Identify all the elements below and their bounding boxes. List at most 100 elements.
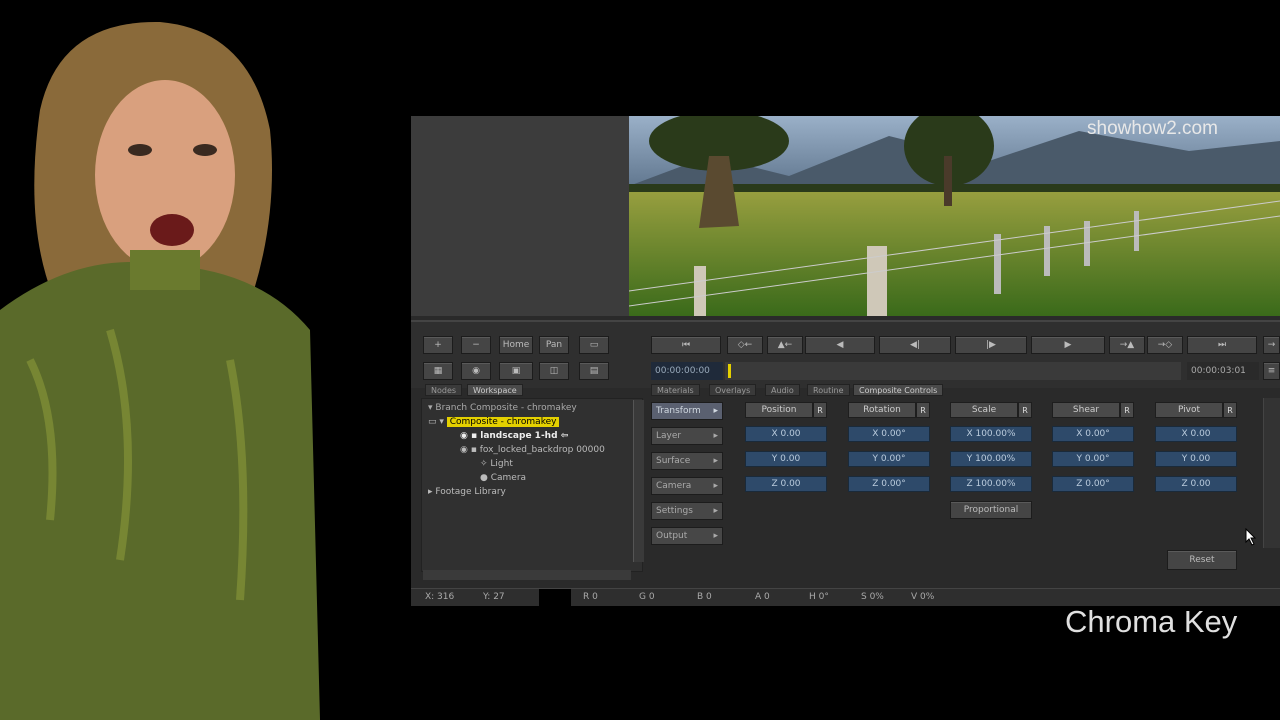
compositing-app-window: showhow2.com + − Home Pan ▭ ▦ ◉ ▣ ◫ ▤ ⏮ … [411,116,1280,606]
display-icon[interactable]: ▣ [499,362,533,380]
timecode-end[interactable]: 00:00:03:01 [1187,362,1259,380]
shear-y-field[interactable]: Y 0.00° [1052,451,1134,467]
tree-row-landscape[interactable]: ◉ ▪ landscape 1-hd ⇦ [460,429,568,443]
tree-row-light[interactable]: ✧ Light [480,457,513,471]
position-x-field[interactable]: X 0.00 [745,426,827,442]
mark-out-icon[interactable]: →◇ [1147,336,1183,354]
rotation-reset-button[interactable]: R [916,402,930,418]
rotation-x-field[interactable]: X 0.00° [848,426,930,442]
reset-button[interactable]: Reset [1167,550,1237,570]
prev-key-icon[interactable]: ▲← [767,336,803,354]
scale-x-field[interactable]: X 100.00% [950,426,1032,442]
chevron-right-icon: ▸ [713,481,718,491]
tree-label: Footage Library [435,487,506,497]
transport-toolbar: + − Home Pan ▭ ▦ ◉ ▣ ◫ ▤ ⏮ ◇← ▲← ◀ ◀| |▶… [411,320,1280,388]
presenter-image [0,0,330,720]
shear-reset-button[interactable]: R [1120,402,1134,418]
scale-z-field[interactable]: Z 100.00% [950,476,1032,492]
category-layer[interactable]: Layer ▸ [651,427,723,445]
overflow-arrow-icon[interactable]: → [1263,336,1280,354]
rotation-z-field[interactable]: Z 0.00° [848,476,930,492]
tab-nodes[interactable]: Nodes [425,384,463,396]
pivot-z-field[interactable]: Z 0.00 [1155,476,1237,492]
play-reverse-icon[interactable]: ◀ [805,336,875,354]
tab-workspace[interactable]: Workspace [467,384,523,396]
view-icon[interactable]: ◉ [461,362,491,380]
book-icon[interactable]: ▤ [579,362,609,380]
position-reset-button[interactable]: R [813,402,827,418]
chevron-right-icon: ▸ [713,456,718,466]
play-icon[interactable]: ▶ [1031,336,1105,354]
tree-horizontal-scrollbar[interactable] [423,570,631,580]
category-settings[interactable]: Settings ▸ [651,502,723,520]
go-to-start-icon[interactable]: ⏮ [651,336,721,354]
tree-vertical-scrollbar[interactable] [633,400,644,562]
tab-audio[interactable]: Audio [765,384,800,396]
tree-row-branch[interactable]: ▾ Branch Composite - chromakey [428,401,577,415]
chroma-key-caption: Chroma Key [1065,604,1238,639]
tree-row-backdrop[interactable]: ◉ ▪ fox_locked_backdrop 00000 [460,443,605,457]
category-surface[interactable]: Surface ▸ [651,452,723,470]
pivot-reset-button[interactable]: R [1223,402,1237,418]
pivot-y-field[interactable]: Y 0.00 [1155,451,1237,467]
zoom-in-button[interactable]: + [423,336,453,354]
shear-x-field[interactable]: X 0.00° [1052,426,1134,442]
pivot-x-field[interactable]: X 0.00 [1155,426,1237,442]
status-s: S 0% [861,592,884,602]
zoom-out-button[interactable]: − [461,336,491,354]
status-black-swatch [539,589,571,606]
right-scrollbar[interactable] [1263,398,1280,548]
grid-icon[interactable]: ▦ [423,362,453,380]
timeline-scrubber[interactable] [725,362,1181,380]
status-g: G 0 [639,592,655,602]
tree-row-composite[interactable]: ▭ ▾ Composite - chromakey [428,415,560,429]
next-key-icon[interactable]: →▲ [1109,336,1145,354]
watermark-text: showhow2.com [1087,118,1218,139]
step-forward-icon[interactable]: |▶ [955,336,1027,354]
rotation-y-field[interactable]: Y 0.00° [848,451,930,467]
timecode-start[interactable]: 00:00:00:00 [651,362,723,380]
category-output[interactable]: Output ▸ [651,527,723,545]
tree-label: Branch Composite - chromakey [435,403,577,413]
position-y-field[interactable]: Y 0.00 [745,451,827,467]
mouse-cursor-icon [1245,528,1257,546]
tab-materials[interactable]: Materials [651,384,700,396]
scale-y-field[interactable]: Y 100.00% [950,451,1032,467]
category-transform[interactable]: Transform ▸ [651,402,723,420]
chevron-right-icon: ▸ [713,431,718,441]
pan-button[interactable]: Pan [539,336,569,354]
tab-composite-controls[interactable]: Composite Controls [853,384,944,396]
step-back-icon[interactable]: ◀| [879,336,951,354]
preview-viewer: showhow2.com [629,116,1280,316]
chevron-right-icon: ▸ [713,531,718,541]
status-a: A 0 [755,592,770,602]
position-header: Position [745,402,813,418]
scale-header: Scale [950,402,1018,418]
tree-label: Camera [490,473,527,483]
tree-row-footage-library[interactable]: ▸ Footage Library [428,485,506,499]
status-r: R 0 [583,592,598,602]
pivot-header: Pivot [1155,402,1223,418]
tab-overlays[interactable]: Overlays [709,384,757,396]
shear-z-field[interactable]: Z 0.00° [1052,476,1134,492]
monitor-icon[interactable]: ▭ [579,336,609,354]
tree-label: Light [490,459,513,469]
tab-routine[interactable]: Routine [807,384,850,396]
home-button[interactable]: Home [499,336,533,354]
position-z-field[interactable]: Z 0.00 [745,476,827,492]
tree-label-selected: Composite - chromakey [446,417,560,427]
category-label: Camera [656,481,692,491]
tree-row-camera[interactable]: ● Camera [480,471,526,485]
chevron-right-icon: ▸ [713,406,718,416]
split-icon[interactable]: ◫ [539,362,569,380]
playhead[interactable] [728,364,731,378]
timeline-menu-icon[interactable]: ≡ [1263,362,1280,380]
rotation-header: Rotation [848,402,916,418]
category-camera[interactable]: Camera ▸ [651,477,723,495]
scale-reset-button[interactable]: R [1018,402,1032,418]
status-x: X: 316 [425,592,455,602]
mark-in-icon[interactable]: ◇← [727,336,763,354]
proportional-button[interactable]: Proportional [950,501,1032,519]
go-to-end-icon[interactable]: ⏭ [1187,336,1257,354]
tree-label: landscape 1-hd [480,431,558,441]
